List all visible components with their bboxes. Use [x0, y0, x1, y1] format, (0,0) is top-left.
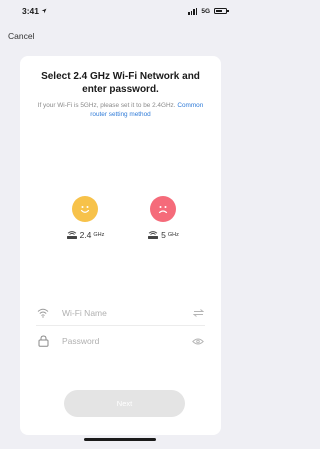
password-row [36, 328, 205, 354]
signal-icon [187, 7, 198, 15]
wifi-name-row [36, 300, 205, 326]
router-icon [148, 230, 159, 239]
wifi-setup-card: Select 2.4 GHz Wi-Fi Network and enter p… [20, 56, 221, 435]
hint-text-block: If your Wi-Fi is 5GHz, please set it to … [30, 101, 211, 119]
status-time-group: 3:41 [22, 6, 47, 16]
password-input[interactable] [62, 336, 191, 346]
status-time: 3:41 [22, 6, 40, 16]
band-label-2-4ghz: 2.4 GHz [55, 230, 115, 240]
wifi-name-input[interactable] [62, 307, 191, 318]
location-arrow-icon [41, 8, 47, 14]
lock-icon [36, 335, 50, 347]
status-indicators: 5G [187, 7, 229, 15]
battery-icon [214, 7, 229, 15]
band-5ghz: 5 GHz [133, 196, 193, 240]
band-value: 5 [161, 230, 166, 240]
band-label-5ghz: 5 GHz [133, 230, 193, 240]
wifi-icon [36, 308, 50, 318]
band-value: 2.4 [79, 230, 92, 240]
page-title: Select 2.4 GHz Wi-Fi Network and enter p… [41, 71, 200, 95]
next-button[interactable]: Next [64, 390, 185, 417]
home-indicator [84, 438, 156, 441]
router-icon [66, 230, 77, 239]
sad-face-icon [150, 196, 176, 222]
band-unit: GHz [167, 232, 179, 238]
cancel-button[interactable]: Cancel [8, 31, 34, 41]
eye-icon[interactable] [191, 338, 205, 345]
switch-network-icon[interactable] [191, 308, 205, 317]
band-unit: GHz [93, 232, 105, 238]
hint-text: If your Wi-Fi is 5GHz, please set it to … [37, 102, 176, 109]
network-type: 5G [201, 7, 210, 15]
happy-face-icon [72, 196, 98, 222]
status-bar: 3:41 5G [0, 0, 241, 22]
band-2-4ghz: 2.4 GHz [55, 196, 115, 240]
